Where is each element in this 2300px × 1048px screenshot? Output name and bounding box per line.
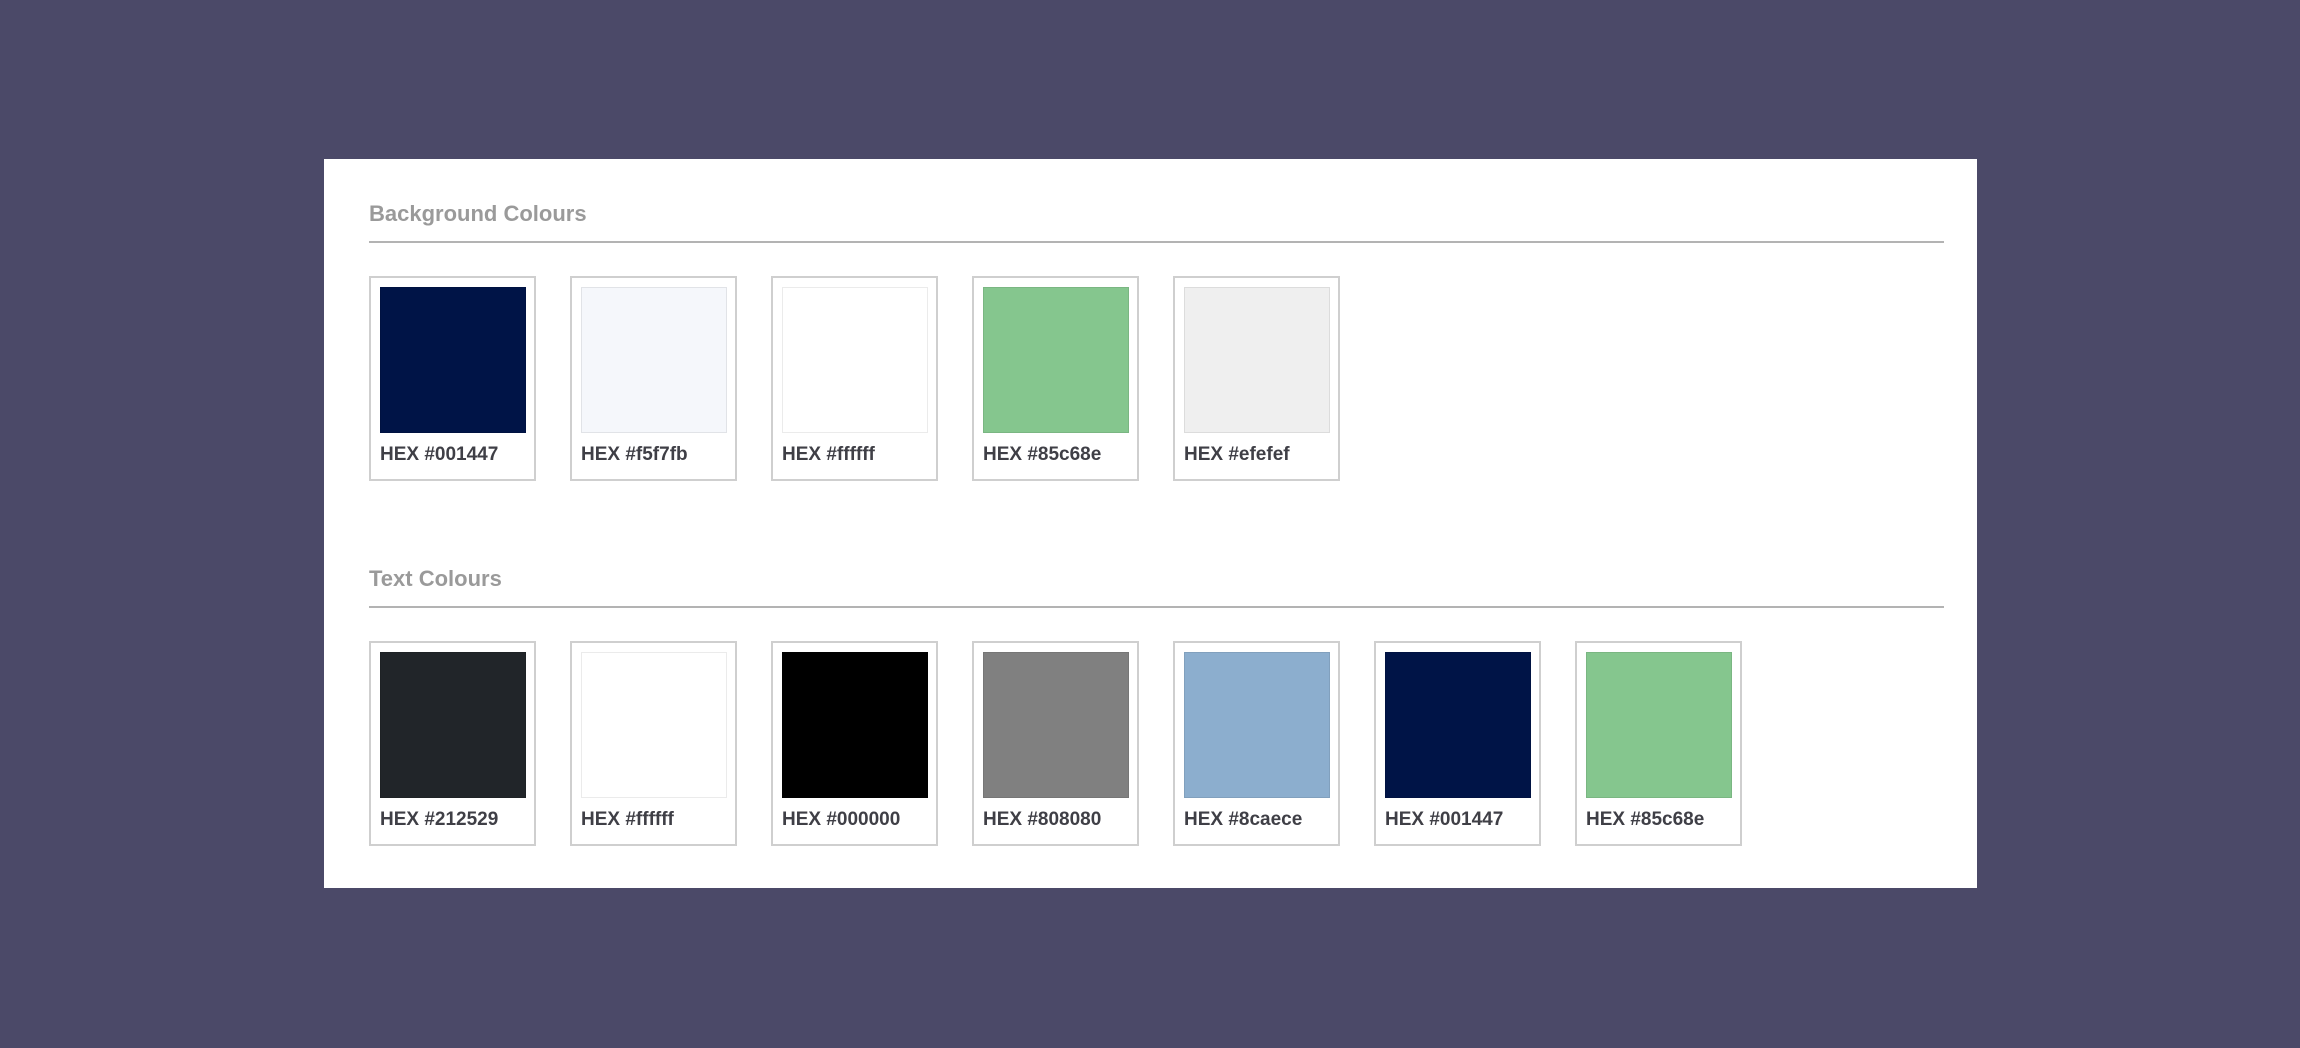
colour-palette-panel: Background Colours HEX #001447 HEX #f5f7… [324, 159, 1977, 888]
swatch-card[interactable]: HEX #ffffff [771, 276, 938, 481]
swatch-card[interactable]: HEX #808080 [972, 641, 1139, 846]
colour-swatch [380, 652, 526, 798]
colour-swatch [782, 287, 928, 433]
text-swatch-row: HEX #212529 HEX #ffffff HEX #000000 HEX … [369, 641, 1944, 846]
swatch-hex-label: HEX #000000 [782, 809, 901, 830]
colour-swatch [1184, 652, 1330, 798]
section-title: Text Colours [369, 566, 502, 591]
swatch-hex-label: HEX #001447 [380, 444, 499, 465]
background-colours-section: Background Colours HEX #001447 HEX #f5f7… [369, 199, 1944, 481]
swatch-card[interactable]: HEX #000000 [771, 641, 938, 846]
swatch-card[interactable]: HEX #efefef [1173, 276, 1340, 481]
swatch-hex-label: HEX #85c68e [983, 444, 1102, 465]
swatch-hex-label: HEX #212529 [380, 809, 499, 830]
swatch-card[interactable]: HEX #001447 [1374, 641, 1541, 846]
section-divider [369, 241, 1944, 243]
colour-swatch [1385, 652, 1531, 798]
colour-swatch [782, 652, 928, 798]
swatch-hex-label: HEX #001447 [1385, 809, 1504, 830]
colour-swatch [1586, 652, 1732, 798]
colour-swatch [983, 287, 1129, 433]
colour-swatch [380, 287, 526, 433]
swatch-card[interactable]: HEX #f5f7fb [570, 276, 737, 481]
colour-swatch [1184, 287, 1330, 433]
swatch-card[interactable]: HEX #8caece [1173, 641, 1340, 846]
background-swatch-row: HEX #001447 HEX #f5f7fb HEX #ffffff HEX … [369, 276, 1944, 481]
section-title: Background Colours [369, 201, 587, 226]
swatch-hex-label: HEX #ffffff [782, 444, 875, 465]
swatch-card[interactable]: HEX #001447 [369, 276, 536, 481]
swatch-hex-label: HEX #f5f7fb [581, 444, 688, 465]
swatch-card[interactable]: HEX #85c68e [972, 276, 1139, 481]
colour-swatch [581, 652, 727, 798]
colour-swatch [581, 287, 727, 433]
swatch-hex-label: HEX #8caece [1184, 809, 1303, 830]
swatch-card[interactable]: HEX #85c68e [1575, 641, 1742, 846]
colour-swatch [983, 652, 1129, 798]
swatch-hex-label: HEX #85c68e [1586, 809, 1705, 830]
text-colours-section: Text Colours HEX #212529 HEX #ffffff HEX… [369, 564, 1944, 846]
swatch-card[interactable]: HEX #212529 [369, 641, 536, 846]
swatch-hex-label: HEX #808080 [983, 809, 1102, 830]
section-divider [369, 606, 1944, 608]
swatch-card[interactable]: HEX #ffffff [570, 641, 737, 846]
swatch-hex-label: HEX #efefef [1184, 444, 1290, 465]
swatch-hex-label: HEX #ffffff [581, 809, 674, 830]
